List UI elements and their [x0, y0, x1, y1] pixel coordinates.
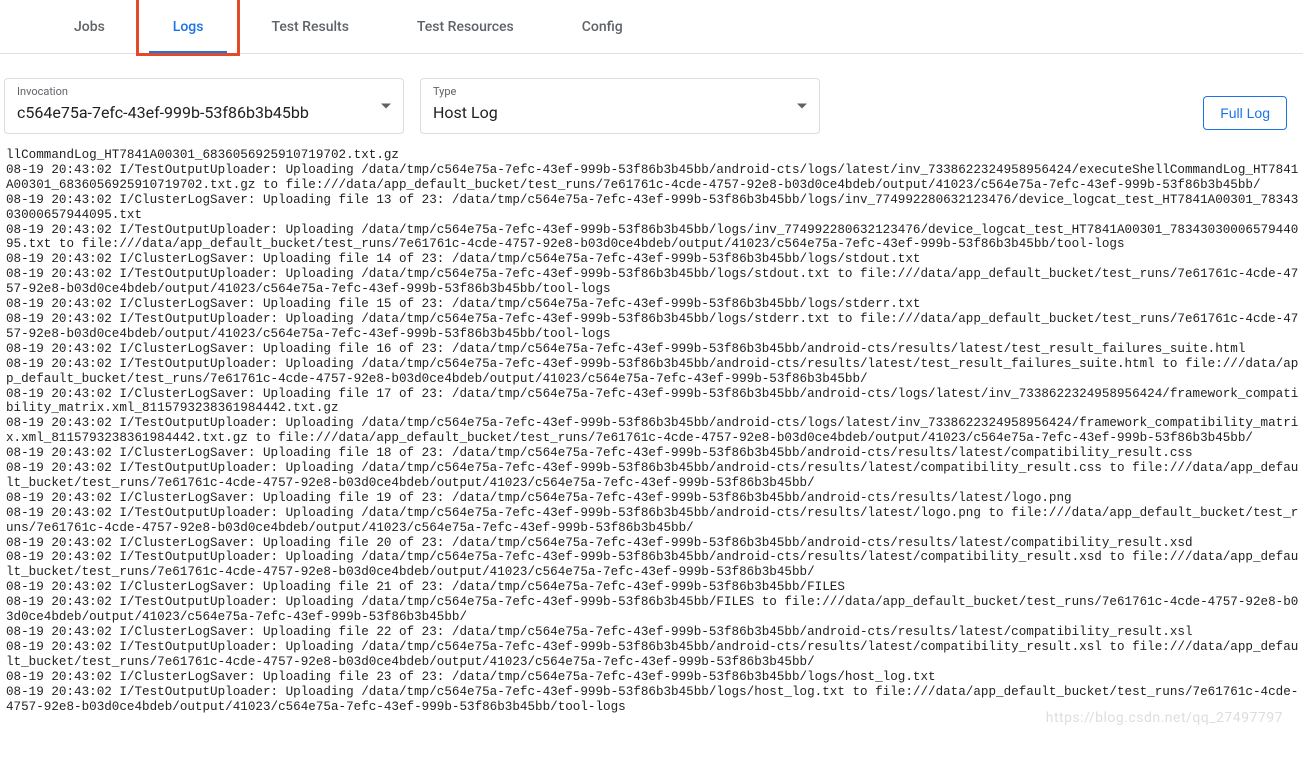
type-value: Host Log	[433, 99, 807, 125]
tab-test-results[interactable]: Test Results	[237, 0, 382, 53]
tab-label: Logs	[173, 19, 204, 35]
tab-label: Config	[582, 19, 623, 35]
chevron-down-icon	[797, 104, 807, 109]
tab-config[interactable]: Config	[548, 0, 657, 53]
tab-label: Jobs	[74, 19, 105, 35]
tab-test-resources[interactable]: Test Resources	[383, 0, 548, 53]
invocation-value: c564e75a-7efc-43ef-999b-53f86b3b45bb	[17, 99, 391, 125]
tab-jobs[interactable]: Jobs	[40, 0, 139, 53]
tab-bar: Jobs Logs Test Results Test Resources Co…	[0, 0, 1303, 54]
controls-row: Invocation c564e75a-7efc-43ef-999b-53f86…	[0, 54, 1303, 146]
tab-logs[interactable]: Logs	[139, 0, 238, 53]
chevron-down-icon	[381, 104, 391, 109]
type-select[interactable]: Type Host Log	[420, 78, 820, 134]
tab-label: Test Results	[271, 19, 348, 35]
full-log-button[interactable]: Full Log	[1203, 96, 1287, 130]
invocation-select[interactable]: Invocation c564e75a-7efc-43ef-999b-53f86…	[4, 78, 404, 134]
invocation-label: Invocation	[17, 85, 391, 99]
tab-label: Test Resources	[417, 19, 514, 35]
log-viewport[interactable]: llCommandLog_HT7841A00301_68360569259107…	[0, 146, 1303, 746]
type-label: Type	[433, 85, 807, 99]
log-text: llCommandLog_HT7841A00301_68360569259107…	[0, 146, 1303, 714]
